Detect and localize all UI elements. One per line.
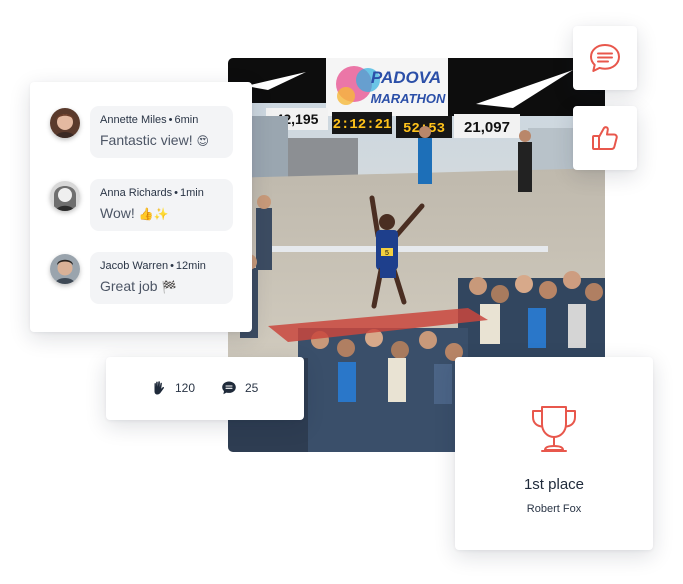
comment-button[interactable] [573, 26, 637, 90]
comment-author: Annette Miles [100, 114, 167, 126]
comment-item: Anna Richards • 1min Wow! 👍✨ [50, 179, 233, 231]
comment-bubble: Anna Richards • 1min Wow! 👍✨ [90, 179, 233, 231]
comment-count[interactable]: 25 [221, 380, 258, 396]
clap-count[interactable]: 120 [151, 380, 195, 396]
race-clock: 2:12:21 [333, 117, 392, 133]
comments-panel: Annette Miles • 6min Fantastic view! 😍 Ann… [30, 82, 252, 332]
comment-count-value: 25 [245, 381, 259, 395]
runner-bib: 5 [385, 250, 389, 257]
like-button[interactable] [573, 106, 637, 170]
avatar [50, 181, 80, 211]
comment-emoji: 😍 [196, 134, 209, 148]
clap-count-value: 120 [175, 381, 196, 395]
thumbs-up-icon [592, 126, 618, 150]
comment-bubble: Annette Miles • 6min Fantastic view! 😍 [90, 106, 233, 158]
comment-item: Annette Miles • 6min Fantastic view! 😍 [50, 106, 233, 158]
hand-icon [154, 381, 165, 395]
chat-icon [222, 381, 236, 395]
trophy-icon [532, 406, 576, 452]
comment-time: 1min [180, 187, 204, 199]
avatar [50, 108, 80, 138]
comment-item: Jacob Warren • 12min Great job 🏁 [50, 252, 233, 304]
comment-text: Fantastic view! [100, 132, 193, 148]
comment-emoji: 🏁 [161, 280, 177, 294]
comment-time: 6min [174, 114, 199, 126]
comment-text: Great job [100, 278, 158, 294]
comment-time: 12min [175, 260, 206, 272]
distance-board-right: 21,097 [464, 119, 510, 136]
avatar [50, 254, 80, 284]
banner-title: PADOVA [371, 68, 441, 87]
comment-bubble: Jacob Warren • 12min Great job 🏁 [90, 252, 233, 304]
comment-emoji: 👍✨ [138, 207, 169, 221]
award-card: 1st place Robert Fox [455, 357, 653, 550]
comment-text: Wow! [100, 205, 135, 221]
comment-author: Jacob Warren [100, 260, 169, 272]
award-winner-name: Robert Fox [526, 503, 582, 515]
comment-author: Anna Richards [100, 187, 173, 199]
speech-bubble-icon [590, 44, 620, 72]
banner-subtitle: MARATHON [371, 91, 446, 106]
award-place: 1st place [523, 476, 585, 493]
reaction-stats: 120 25 [106, 357, 304, 420]
